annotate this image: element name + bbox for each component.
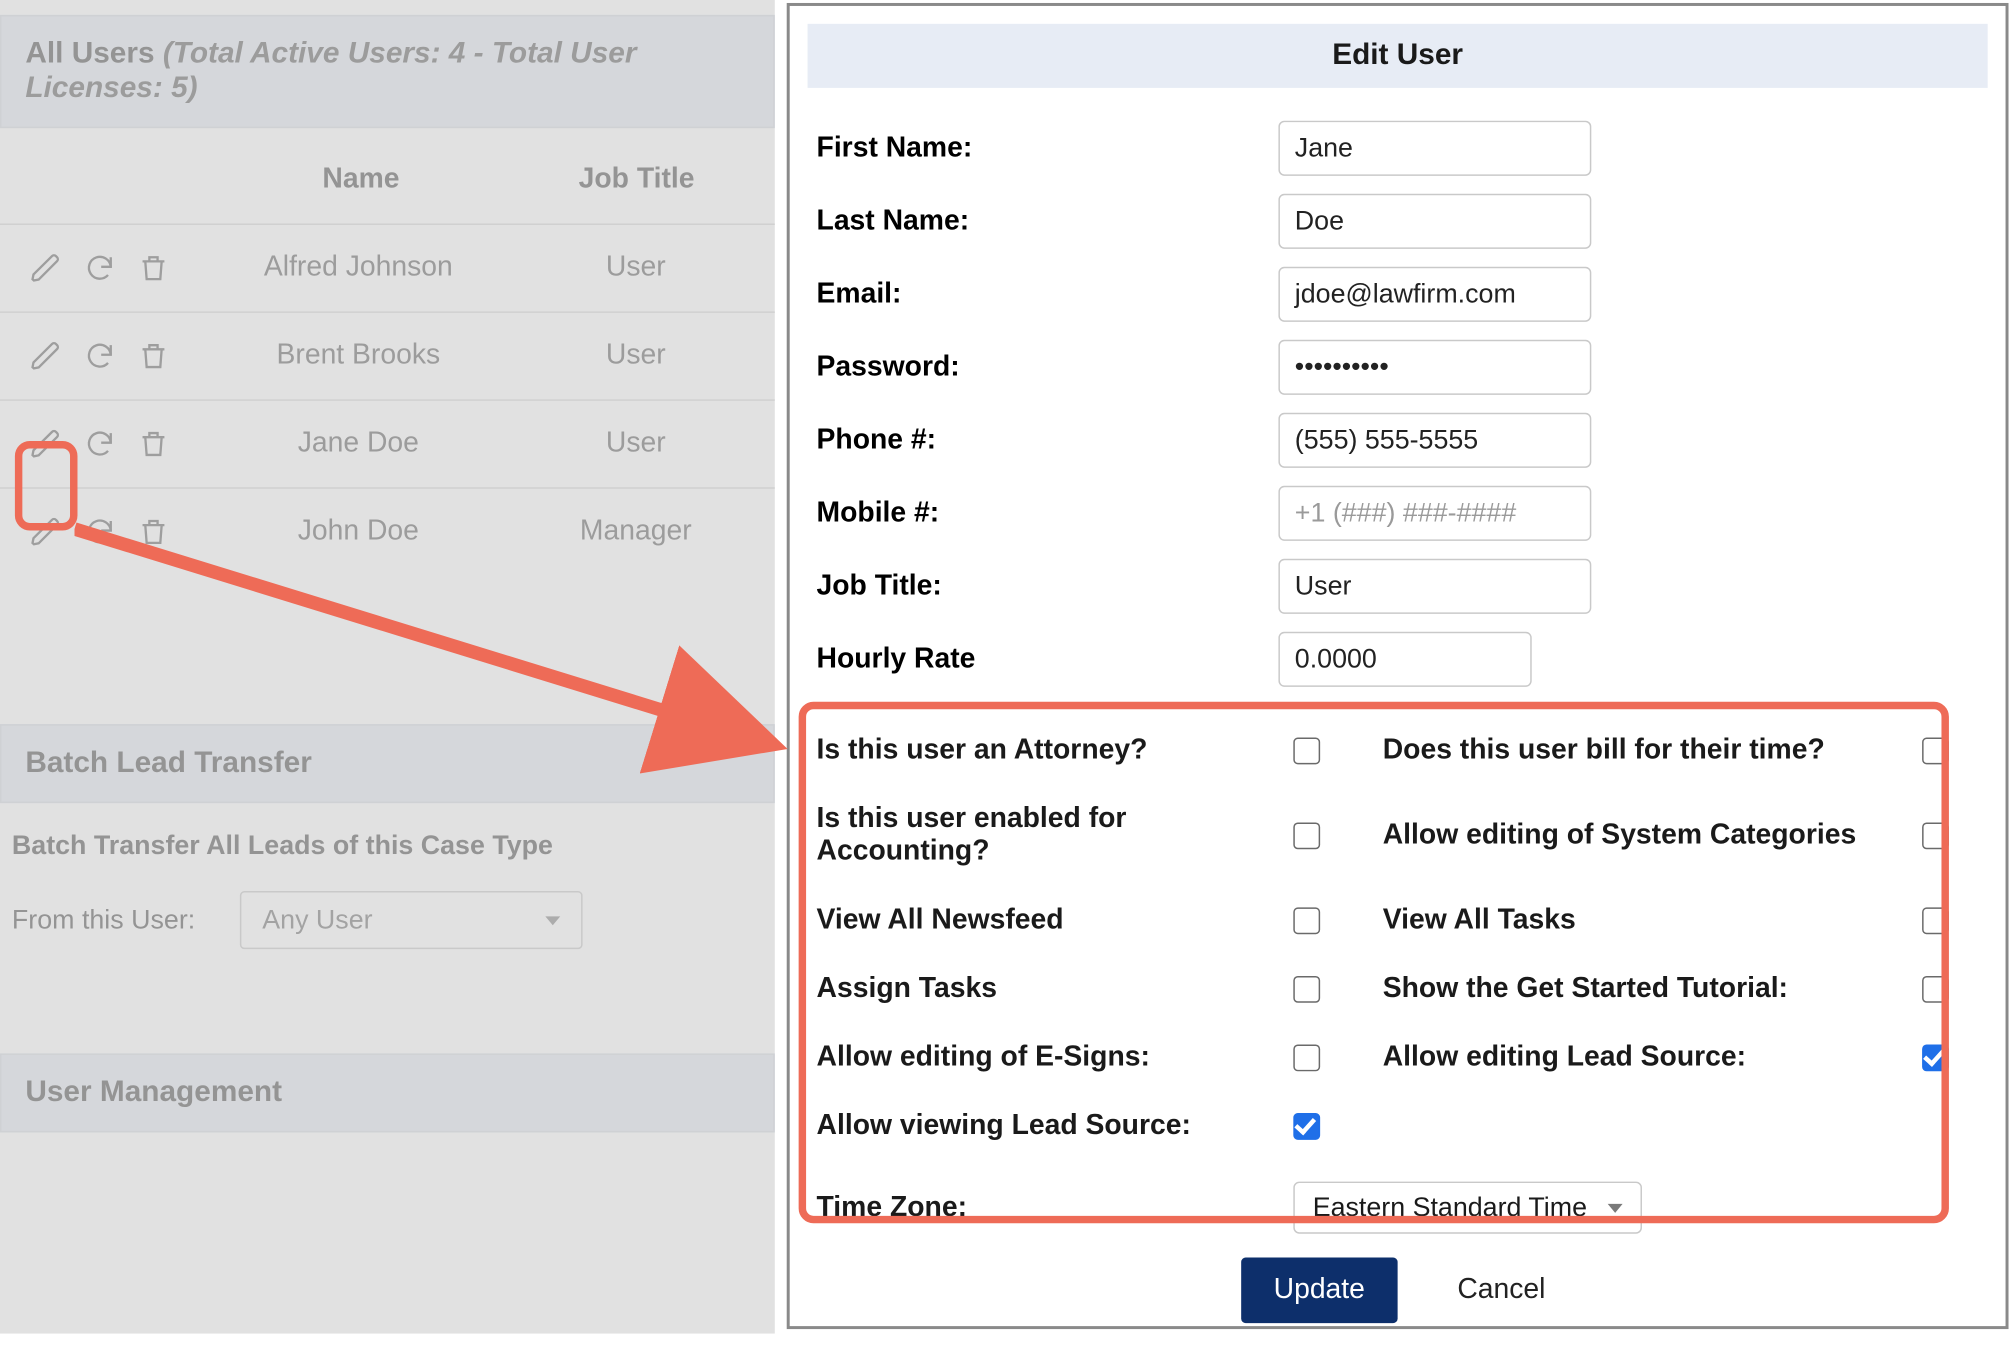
view-lead-source-label: Allow viewing Lead Source: <box>817 1110 1294 1143</box>
pencil-icon[interactable] <box>30 428 63 461</box>
refresh-icon[interactable] <box>83 516 116 549</box>
refresh-icon[interactable] <box>83 428 116 461</box>
mobile-label: Mobile #: <box>817 497 1279 530</box>
all-users-title: All Users <box>25 37 154 70</box>
timezone-label: Time Zone: <box>817 1191 1294 1224</box>
col-name: Name <box>209 164 514 197</box>
trash-icon[interactable] <box>137 428 170 461</box>
timezone-select[interactable]: Eastern Standard Time <box>1293 1182 1642 1234</box>
first-name-input[interactable]: Jane <box>1278 121 1591 176</box>
table-row: Jane DoeUser <box>0 399 775 487</box>
timezone-value: Eastern Standard Time <box>1313 1192 1587 1222</box>
table-row: Brent BrooksUser <box>0 311 775 399</box>
hourly-rate-input[interactable]: 0.0000 <box>1278 632 1531 687</box>
batch-lead-transfer-header: Batch Lead Transfer <box>0 724 775 803</box>
view-tasks-checkbox[interactable] <box>1922 907 1949 934</box>
pencil-icon[interactable] <box>30 516 63 549</box>
users-panel: All Users (Total Active Users: 4 - Total… <box>0 0 775 1334</box>
col-job-title: Job Title <box>513 164 760 197</box>
first-name-label: First Name: <box>817 132 1279 165</box>
accounting-checkbox[interactable] <box>1293 822 1320 849</box>
assign-tasks-label: Assign Tasks <box>817 973 1294 1006</box>
batch-transfer-label: Batch Transfer All Leads of this Case Ty… <box>0 803 775 876</box>
view-newsfeed-checkbox[interactable] <box>1293 907 1320 934</box>
from-user-value: Any User <box>262 904 372 934</box>
tutorial-checkbox[interactable] <box>1922 976 1949 1003</box>
user-job-title: User <box>512 428 760 461</box>
user-job-title: Manager <box>512 516 760 549</box>
edit-lead-source-checkbox[interactable] <box>1922 1044 1949 1071</box>
last-name-label: Last Name: <box>817 205 1279 238</box>
bill-time-checkbox[interactable] <box>1922 737 1949 764</box>
job-title-input[interactable]: User <box>1278 559 1591 614</box>
phone-label: Phone #: <box>817 424 1279 457</box>
accounting-label: Is this user enabled for Accounting? <box>817 803 1294 869</box>
view-lead-source-checkbox[interactable] <box>1293 1113 1320 1140</box>
email-label: Email: <box>817 278 1279 311</box>
table-row: John DoeManager <box>0 487 775 575</box>
view-newsfeed-label: View All Newsfeed <box>817 904 1294 937</box>
user-name: John Doe <box>205 516 512 549</box>
refresh-icon[interactable] <box>83 340 116 373</box>
user-management-header: User Management <box>0 1053 775 1132</box>
trash-icon[interactable] <box>137 516 170 549</box>
refresh-icon[interactable] <box>83 252 116 285</box>
job-title-label: Job Title: <box>817 570 1279 603</box>
bill-time-label: Does this user bill for their time? <box>1383 735 1860 768</box>
trash-icon[interactable] <box>137 252 170 285</box>
tutorial-label: Show the Get Started Tutorial: <box>1383 973 1860 1006</box>
user-name: Jane Doe <box>205 428 512 461</box>
edit-user-modal: Edit User First Name: Jane Last Name: Do… <box>787 3 2009 1329</box>
from-user-label: From this User: <box>12 904 195 935</box>
assign-tasks-checkbox[interactable] <box>1293 976 1320 1003</box>
table-row: Alfred JohnsonUser <box>0 224 775 312</box>
user-name: Alfred Johnson <box>205 252 512 285</box>
all-users-header: All Users (Total Active Users: 4 - Total… <box>0 15 775 128</box>
last-name-input[interactable]: Doe <box>1278 194 1591 249</box>
edit-esigns-label: Allow editing of E-Signs: <box>817 1042 1294 1075</box>
update-button[interactable]: Update <box>1241 1258 1398 1324</box>
user-job-title: User <box>512 252 760 285</box>
user-name: Brent Brooks <box>205 340 512 373</box>
password-label: Password: <box>817 351 1279 384</box>
cancel-button[interactable]: Cancel <box>1448 1272 1554 1308</box>
modal-title: Edit User <box>808 24 1988 88</box>
sys-cat-label: Allow editing of System Categories <box>1383 820 1860 853</box>
sys-cat-checkbox[interactable] <box>1922 822 1949 849</box>
edit-lead-source-label: Allow editing Lead Source: <box>1383 1042 1860 1075</box>
mobile-input[interactable]: +1 (###) ###-#### <box>1278 486 1591 541</box>
phone-input[interactable]: (555) 555-5555 <box>1278 413 1591 468</box>
view-tasks-label: View All Tasks <box>1383 904 1860 937</box>
password-input[interactable]: •••••••••• <box>1278 340 1591 395</box>
hourly-rate-label: Hourly Rate <box>817 643 1279 676</box>
pencil-icon[interactable] <box>30 340 63 373</box>
trash-icon[interactable] <box>137 340 170 373</box>
attorney-checkbox[interactable] <box>1293 737 1320 764</box>
edit-esigns-checkbox[interactable] <box>1293 1044 1320 1071</box>
user-job-title: User <box>512 340 760 373</box>
users-table-header: Name Job Title <box>0 128 775 223</box>
pencil-icon[interactable] <box>30 252 63 285</box>
email-input[interactable]: jdoe@lawfirm.com <box>1278 267 1591 322</box>
attorney-label: Is this user an Attorney? <box>817 735 1294 768</box>
from-user-select[interactable]: Any User <box>240 891 583 949</box>
